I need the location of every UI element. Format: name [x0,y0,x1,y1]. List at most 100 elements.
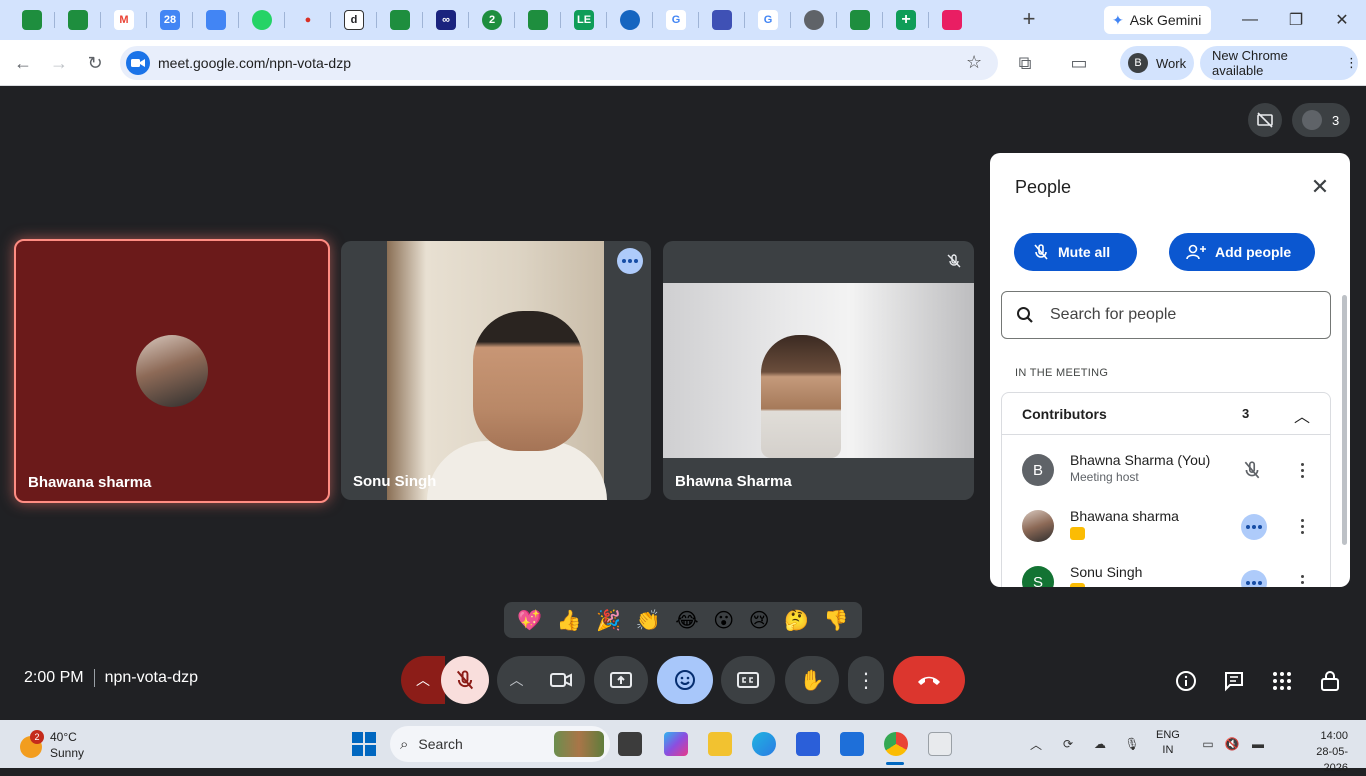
weather-widget[interactable]: 2 40°C Sunny [20,728,110,762]
chevron-up-icon[interactable]: ︿ [510,670,524,690]
sheets-icon[interactable] [68,10,88,30]
cloud-offline-icon[interactable]: ☁ [1090,734,1110,754]
scrollbar[interactable] [1342,295,1347,545]
mic-off-icon[interactable] [1242,460,1264,482]
system-clock[interactable]: 14:00 28-05-2026 [1296,728,1348,776]
snipping-tool-icon[interactable] [928,732,952,756]
volume-muted-icon[interactable]: 🔇 [1222,734,1242,754]
search-people-input[interactable]: Search for people [1001,291,1331,339]
d-icon[interactable]: d [344,10,364,30]
store-icon[interactable] [796,732,820,756]
google-icon[interactable]: G [666,10,686,30]
two-icon[interactable]: 2 [482,10,502,30]
kebab-menu-icon[interactable]: ⋮ [1345,55,1358,71]
close-icon[interactable]: ✕ [1308,174,1332,199]
chrome-update-button[interactable]: New Chrome available ⋮ [1200,46,1358,80]
globe-icon[interactable] [804,10,824,30]
m365-icon[interactable] [664,732,688,756]
site-info-icon[interactable] [126,51,150,75]
sheets-icon[interactable] [850,10,870,30]
send-reaction-button[interactable] [657,656,713,704]
windows-start-icon[interactable] [352,732,376,756]
chat-icon[interactable] [1222,669,1246,693]
restore-icon[interactable]: ❐ [1286,10,1306,30]
reaction-sad[interactable]: 😢 [749,608,770,633]
gmail-icon[interactable]: M [114,10,134,30]
app-icon[interactable] [840,732,864,756]
docs-icon[interactable] [206,10,226,30]
file-explorer-icon[interactable] [708,732,732,756]
le-icon[interactable]: LE [574,10,594,30]
address-bar[interactable]: meet.google.com/npn-vota-dzp ☆ [120,46,998,80]
url-text[interactable]: meet.google.com/npn-vota-dzp [158,55,351,71]
audio-options-button[interactable]: ︿ [401,656,445,704]
reaction-thinking[interactable]: 🤔 [784,608,809,633]
mute-all-button[interactable]: Mute all [1014,233,1137,271]
reaction-party[interactable]: 🎉 [596,608,621,633]
sync-icon[interactable]: ⟳ [1058,734,1078,754]
raise-hand-button[interactable]: ✋ [785,656,839,704]
forward-icon[interactable]: → [48,52,70,74]
contributors-header[interactable]: Contributors 3 ︿ [1002,393,1330,435]
google-icon[interactable]: G [758,10,778,30]
participant-row[interactable]: S Sonu Singh [1002,554,1330,587]
no-video-icon[interactable] [1248,103,1282,137]
reaction-surprised[interactable]: 😮 [713,608,734,633]
reaction-heart[interactable]: 💖 [517,608,542,633]
cast-icon[interactable]: ▭ [1068,52,1090,74]
back-icon[interactable]: ← [12,52,34,74]
app-icon[interactable] [620,10,640,30]
participant-tile[interactable]: Bhawna Sharma [663,241,974,500]
participants-chip[interactable]: 3 [1292,103,1350,137]
more-options-button[interactable]: ⋮ [848,656,884,704]
more-options-icon[interactable] [1292,572,1312,587]
language-indicator[interactable]: ENG IN [1156,728,1180,758]
microphone-icon[interactable]: 🎙 [1122,734,1142,754]
battery-icon[interactable]: ▬ [1248,734,1268,754]
microphone-toggle-button[interactable] [441,656,489,704]
chrome-icon[interactable] [884,732,908,756]
participant-tile[interactable]: Bhawana sharma [14,239,330,503]
more-options-icon[interactable] [1292,516,1312,536]
reaction-thumbs-up[interactable]: 👍 [557,608,582,633]
ask-gemini-button[interactable]: ✦ Ask Gemini [1104,6,1211,34]
captions-button[interactable] [721,656,775,704]
host-controls-icon[interactable] [1318,669,1342,693]
loop-icon[interactable]: ∞ [436,10,456,30]
minimize-icon[interactable]: — [1240,10,1260,30]
network-icon[interactable]: ▭ [1198,734,1218,754]
whatsapp-icon[interactable] [252,10,272,30]
participant-row[interactable]: B Bhawna Sharma (You) Meeting host [1002,442,1330,498]
calendar-icon[interactable]: 28 [160,10,180,30]
task-view-icon[interactable] [618,732,642,756]
app-icon[interactable] [712,10,732,30]
sheets-icon[interactable] [22,10,42,30]
sheets-icon[interactable] [390,10,410,30]
more-options-icon[interactable] [1292,460,1312,480]
reaction-clap[interactable]: 👏 [636,608,661,633]
bookmark-star-icon[interactable]: ☆ [966,52,982,73]
chevron-up-icon[interactable]: ︿ [1294,403,1310,427]
close-window-icon[interactable]: ✕ [1332,10,1352,30]
sheets-plus-icon[interactable]: + [896,10,916,30]
present-screen-button[interactable] [594,656,648,704]
reload-icon[interactable]: ↻ [84,52,106,74]
new-tab-button[interactable]: + [1018,6,1040,31]
participant-tile[interactable]: Sonu Singh [341,241,651,500]
reaction-laugh[interactable]: 😂 [675,608,698,633]
app-icon[interactable]: ● [298,10,318,30]
edge-icon[interactable] [752,732,776,756]
add-people-button[interactable]: Add people [1169,233,1315,271]
profile-button[interactable]: B Work [1120,46,1194,80]
leave-call-button[interactable] [893,656,965,704]
info-icon[interactable] [1174,669,1198,693]
taskbar-search[interactable]: ⌕ Search [390,726,610,762]
extensions-icon[interactable]: ⧉ [1014,52,1036,74]
shield-icon[interactable] [942,10,962,30]
reaction-thumbs-down[interactable]: 👎 [824,608,849,633]
chevron-up-icon[interactable]: ︿ [1026,734,1046,754]
sheets-icon[interactable] [528,10,548,30]
camera-toggle-button[interactable]: ︿ [497,656,585,704]
activities-icon[interactable] [1270,669,1294,693]
participant-row[interactable]: Bhawana sharma [1002,498,1330,554]
